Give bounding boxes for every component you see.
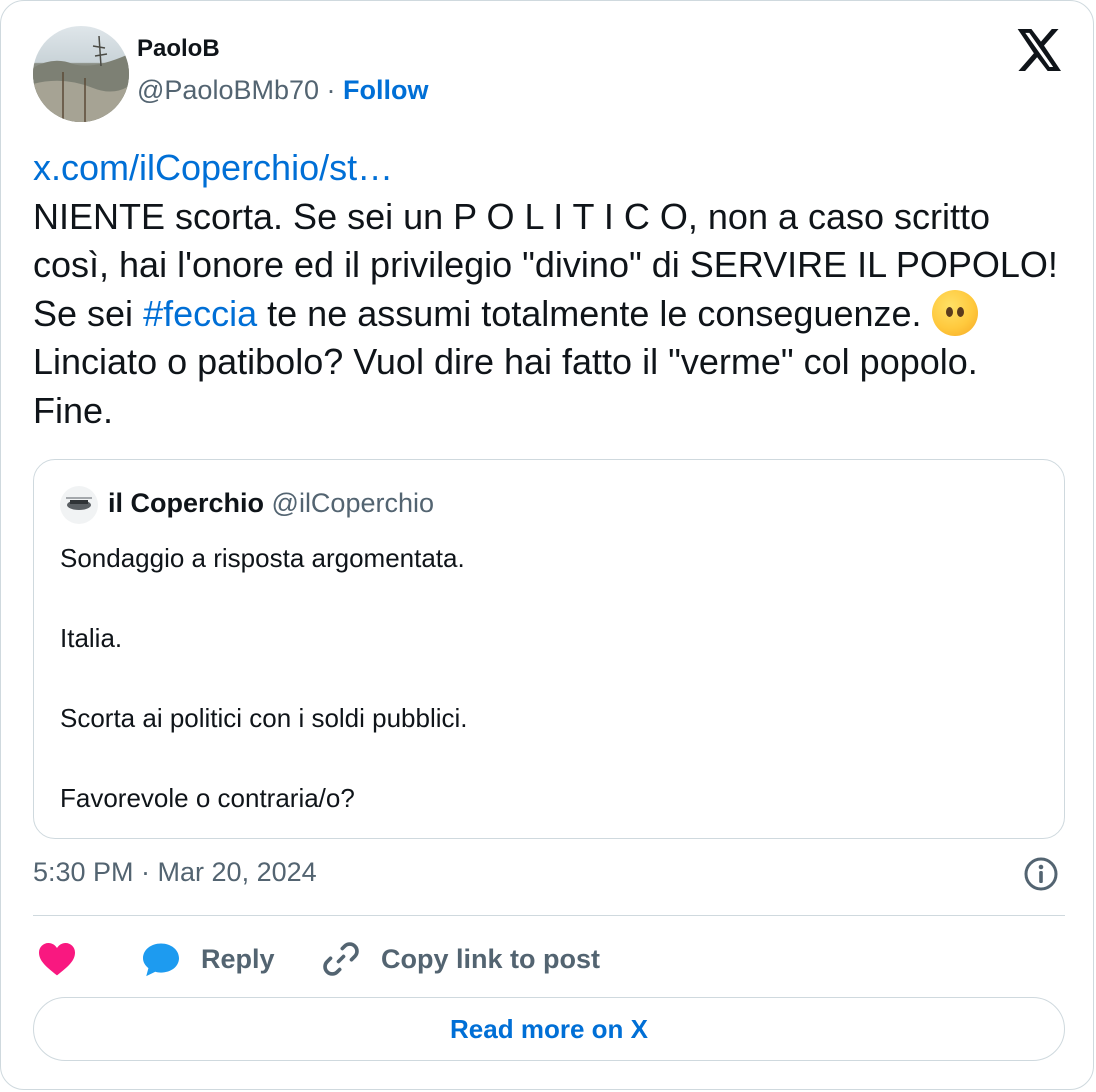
follow-button[interactable]: Follow — [343, 75, 428, 105]
divider — [33, 915, 1065, 916]
quoted-line — [60, 738, 1040, 778]
link-icon — [323, 942, 359, 976]
face-without-mouth-emoji-icon — [931, 289, 978, 336]
tweet-text: x.com/ilCoperchio/st… NIENTE scorta. Se … — [33, 144, 1065, 435]
quoted-text: Sondaggio a risposta argomentata. Italia… — [60, 538, 1040, 818]
quoted-line: Sondaggio a risposta argomentata. — [60, 543, 465, 573]
heart-icon — [39, 942, 75, 976]
tweet-text-part-2: te ne assumi totalmente le conseguenze. — [257, 292, 932, 334]
quoted-author-avatar — [60, 486, 98, 524]
tweet-timestamp[interactable]: 5:30 PM · Mar 20, 2024 — [33, 857, 317, 888]
tweet-text-part-3: Linciato o patibolo? Vuol dire hai fatto… — [33, 341, 978, 431]
quoted-line — [60, 578, 1040, 618]
quoted-line — [60, 658, 1040, 698]
speech-bubble-icon — [143, 943, 179, 977]
quoted-line: Favorevole o contraria/o? — [60, 783, 355, 813]
quoted-line: Scorta ai politici con i soldi pubblici. — [60, 703, 468, 733]
action-bar: Reply Copy link to post — [1, 931, 1096, 987]
copy-link-button[interactable]: Copy link to post — [321, 931, 600, 987]
author-avatar[interactable] — [33, 26, 129, 122]
quoted-tweet-link[interactable]: x.com/ilCoperchio/st… — [33, 147, 393, 188]
copy-link-label: Copy link to post — [381, 943, 600, 974]
quoted-tweet[interactable]: il Coperchio @ilCoperchio Sondaggio a ri… — [33, 459, 1065, 839]
author-name[interactable]: PaoloB — [137, 35, 220, 63]
x-logo-icon[interactable] — [1017, 29, 1063, 71]
read-more-button[interactable]: Read more on X — [33, 997, 1065, 1061]
reply-label: Reply — [201, 943, 275, 974]
quoted-line: Italia. — [60, 623, 123, 653]
quoted-author-handle: @ilCoperchio — [271, 488, 435, 518]
quoted-header: il Coperchio @ilCoperchio — [108, 488, 434, 519]
info-icon[interactable] — [1023, 856, 1059, 892]
separator-dot: · — [326, 75, 336, 105]
author-handle[interactable]: @PaoloBMb70 — [137, 75, 319, 105]
like-button[interactable] — [37, 931, 77, 987]
quoted-author-name: il Coperchio — [108, 488, 265, 518]
reply-button[interactable]: Reply — [141, 931, 275, 987]
author-handle-row: @PaoloBMb70 · Follow — [137, 75, 429, 106]
hashtag-link[interactable]: #feccia — [143, 293, 257, 334]
tweet-card: PaoloB @PaoloBMb70 · Follow x.com/ilCope… — [0, 0, 1094, 1090]
